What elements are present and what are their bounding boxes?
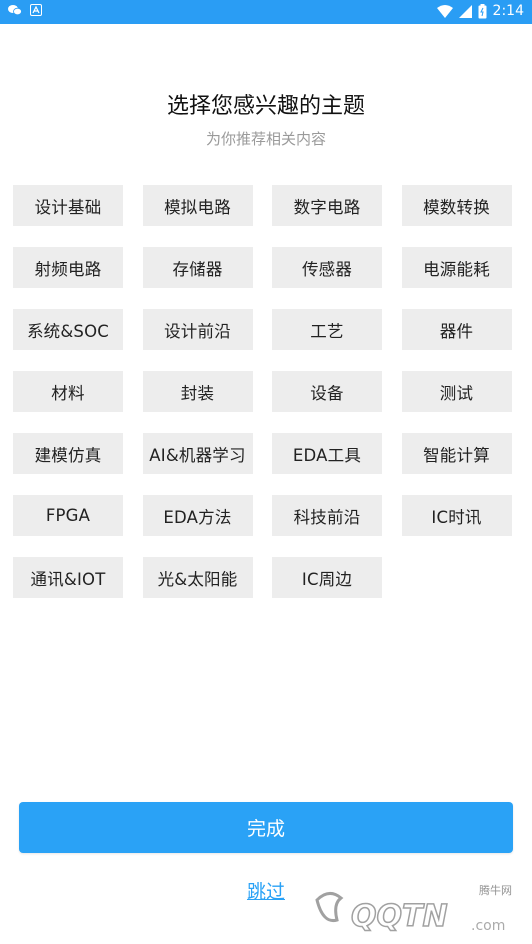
topic-chip[interactable]: 电源能耗 (401, 247, 512, 288)
topic-chip[interactable]: 建模仿真 (13, 433, 123, 474)
topic-chip[interactable]: 材料 (13, 371, 123, 412)
topic-chip[interactable]: 工艺 (272, 309, 382, 350)
topic-chip[interactable]: 科技前沿 (272, 495, 382, 536)
status-bar-left (8, 4, 42, 20)
topic-chip[interactable]: 封装 (142, 371, 253, 412)
done-button[interactable]: 完成 (19, 802, 513, 853)
status-time: 2:14 (492, 3, 524, 19)
topic-chip[interactable]: 智能计算 (401, 433, 512, 474)
topic-chip[interactable]: 测试 (401, 371, 512, 412)
topic-chip[interactable]: 传感器 (272, 247, 382, 288)
topic-chip[interactable]: EDA工具 (272, 433, 382, 474)
watermark-logo: 腾牛网 QQTN .com (311, 880, 526, 940)
svg-text:QQTN: QQTN (351, 899, 448, 934)
topic-chip[interactable]: 射频电路 (13, 247, 123, 288)
watermark-text: 腾牛网 (479, 884, 512, 897)
topic-chip[interactable]: AI&机器学习 (142, 433, 253, 474)
signal-icon (458, 4, 472, 18)
topic-chip[interactable]: 模拟电路 (142, 185, 253, 226)
svg-text:.com: .com (471, 918, 505, 934)
status-bar: 2:14 (0, 0, 532, 24)
topic-chip[interactable]: IC周边 (272, 557, 382, 598)
battery-icon (478, 3, 487, 19)
topic-chip[interactable]: 数字电路 (272, 185, 382, 226)
topic-grid: 设计基础 模拟电路 数字电路 模数转换射频电路 存储器 传感器 电源能耗系统&SOC 设计前沿… (13, 185, 523, 598)
wifi-icon (436, 4, 453, 18)
topic-chip[interactable]: 设计基础 (13, 185, 123, 226)
topic-chip[interactable]: FPGA (13, 495, 123, 536)
topic-chip[interactable]: 光&太阳能 (142, 557, 253, 598)
topic-chip[interactable]: 通讯&IOT (13, 557, 123, 598)
topic-chip[interactable]: EDA方法 (142, 495, 253, 536)
page-title: 选择您感兴趣的主题 (166, 94, 365, 119)
status-bar-right: 2:14 (436, 3, 524, 19)
topic-chip[interactable]: IC时讯 (401, 495, 512, 536)
app-icon (30, 4, 42, 20)
topic-chip[interactable]: 系统&SOC (13, 309, 123, 350)
topic-chip[interactable]: 设备 (272, 371, 382, 412)
topic-chip[interactable]: 模数转换 (401, 185, 512, 226)
topic-chip[interactable]: 器件 (401, 309, 512, 350)
page-subtitle: 为你推荐相关内容 (205, 130, 326, 148)
topic-chip[interactable]: 设计前沿 (142, 309, 253, 350)
wechat-icon (8, 4, 22, 20)
topic-chip[interactable]: 存储器 (142, 247, 253, 288)
